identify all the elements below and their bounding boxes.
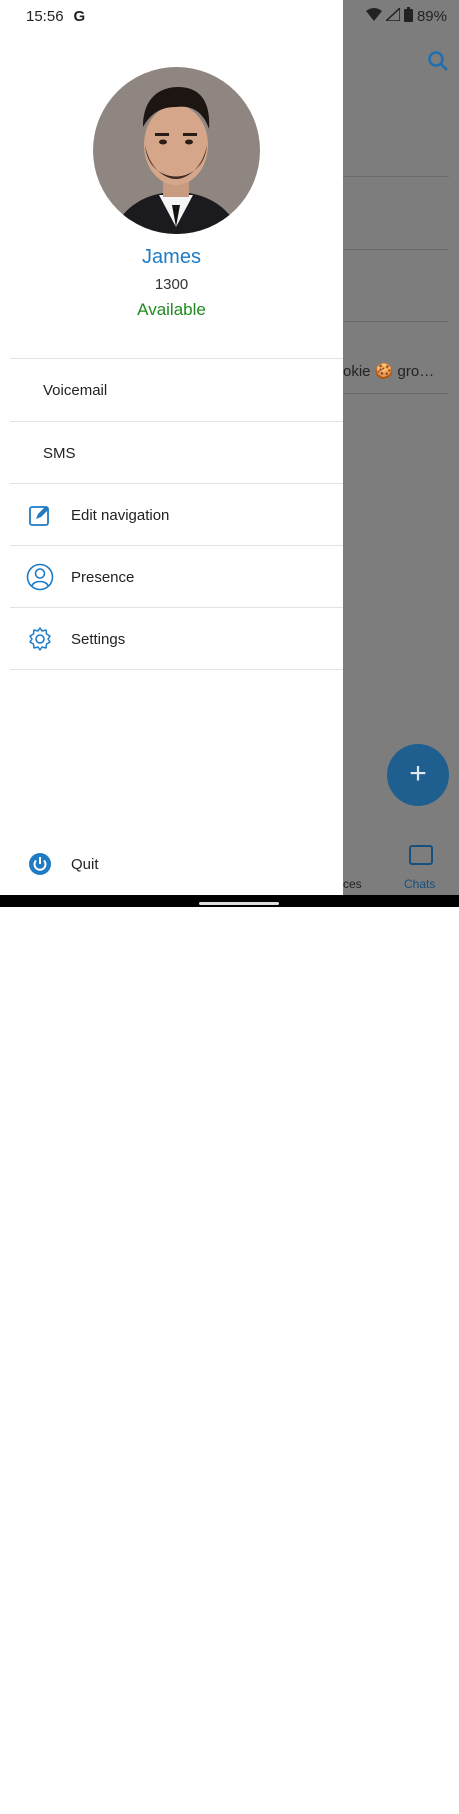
menu-item-settings[interactable]: Settings [10, 608, 343, 670]
menu-item-sms[interactable]: SMS [10, 422, 343, 484]
profile-name: James [142, 246, 201, 268]
battery-percent: 89% [416, 7, 447, 25]
wifi-icon [365, 7, 382, 25]
navigation-drawer: James 1300 Available Voicemail SMS Edit … [0, 0, 343, 895]
profile-extension: 1300 [154, 276, 189, 293]
search-icon [427, 50, 449, 78]
chat-icon [409, 845, 433, 865]
tab-partial-label: ces [343, 877, 362, 891]
battery-icon [403, 6, 413, 26]
menu-item-voicemail[interactable]: Voicemail [10, 359, 343, 421]
tab-chats-label: Chats [404, 877, 436, 891]
menu-item-label: Settings [71, 630, 126, 648]
edit-icon [26, 501, 54, 529]
chat-preview-snippet: okie 🍪 gro… [343, 363, 435, 380]
menu-item-label: Voicemail [43, 381, 108, 399]
avatar[interactable] [93, 67, 260, 234]
menu-divider [10, 669, 343, 670]
menu-item-label: Edit navigation [71, 506, 170, 524]
status-bar: 15:56 G 89% [0, 0, 459, 32]
home-gesture-pill[interactable] [199, 902, 279, 905]
person-icon [26, 563, 54, 591]
power-icon [26, 850, 54, 878]
menu-item-label: Quit [71, 855, 99, 873]
menu-item-label: SMS [43, 444, 76, 462]
menu-item-quit[interactable]: Quit [10, 833, 343, 895]
menu-item-edit-navigation[interactable]: Edit navigation [10, 484, 343, 546]
list-divider [343, 176, 449, 177]
g-icon: G [73, 7, 86, 25]
status-time: 15:56 [26, 7, 64, 25]
menu-item-label: Presence [71, 568, 135, 586]
menu-item-presence[interactable]: Presence [10, 546, 343, 608]
presence-status: Available [137, 300, 206, 319]
list-divider [343, 249, 449, 250]
list-divider [343, 393, 449, 394]
list-divider [343, 321, 449, 322]
system-nav-bar [0, 895, 459, 907]
new-chat-fab: + [387, 744, 449, 806]
cell-signal-icon [384, 5, 401, 25]
gear-icon [26, 625, 54, 653]
